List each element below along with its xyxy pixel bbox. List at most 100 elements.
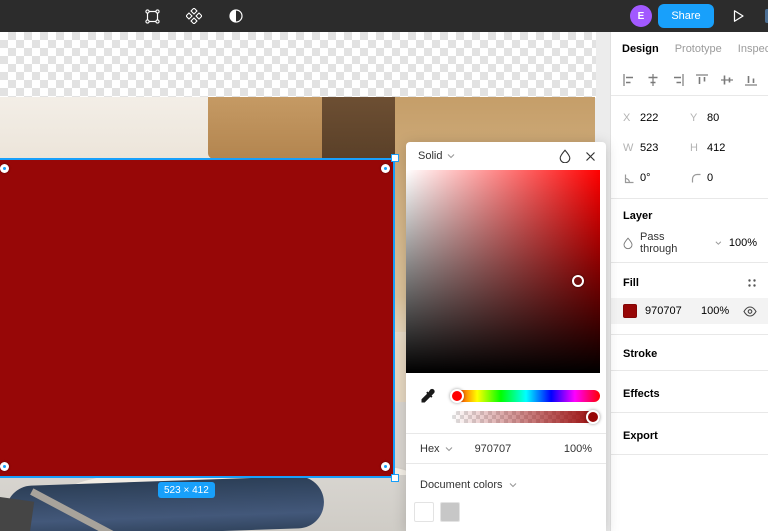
rotation-input[interactable]: 0° [640,172,690,184]
chevron-down-icon [509,483,516,488]
width-input[interactable]: 523 [640,142,690,154]
component-glyph [186,8,202,24]
layer-section-header: Layer [611,204,768,228]
corner-radius-input[interactable]: 0 [707,172,757,184]
corner-radius-handle-bottom-left[interactable] [0,462,9,471]
divider [611,412,768,413]
hue-knob[interactable] [450,389,464,403]
paint-type-label: Solid [418,150,443,162]
paint-type-dropdown[interactable]: Solid [418,150,455,162]
divider [611,370,768,371]
mask-icon[interactable] [224,4,248,28]
alpha-slider[interactable] [452,411,600,423]
alpha-knob[interactable] [586,410,600,424]
document-color-white[interactable] [414,502,434,522]
alignment-toolbar [611,66,768,94]
component-icon[interactable] [182,4,206,28]
y-input[interactable]: 80 [707,112,757,124]
document-color-gray[interactable] [440,502,460,522]
rotation-radius-row: 0° 0 [611,164,768,192]
document-colors-dropdown[interactable]: Document colors [406,474,606,496]
fill-section-header: Fill [611,270,768,296]
fill-hex-input[interactable]: 970707 [645,305,693,317]
divider [611,198,768,199]
figma-app: E Share 523 × 412 Solid Hex 970707 100% … [0,0,768,531]
frame-tool-icon[interactable] [140,4,164,28]
picker-header-icons [559,142,596,170]
divider [611,262,768,263]
corner-radius-icon [690,172,707,185]
share-button[interactable]: Share [658,4,714,28]
align-bottom-icon[interactable] [744,73,758,87]
panel-tabs: Design Prototype Inspect [611,32,768,66]
tab-design[interactable]: Design [622,43,659,55]
size-row: W 523 H 412 [611,134,768,162]
divider [406,463,606,464]
close-icon[interactable] [585,151,596,162]
tab-prototype[interactable]: Prototype [675,43,722,55]
export-section-header: Export [611,424,768,448]
edit-tools-group [140,0,248,32]
fill-opacity-input[interactable]: 100% [701,305,729,317]
align-right-icon[interactable] [671,73,685,87]
divider [611,95,768,96]
color-format-label: Hex [420,442,440,455]
eyedropper-glyph [421,388,435,403]
fill-color-row[interactable]: 970707 100% [611,298,768,324]
avatar[interactable]: E [630,5,652,27]
divider [611,334,768,335]
eyedropper-icon[interactable] [419,388,436,405]
selected-rectangle[interactable] [0,158,395,478]
blend-mode-row: Pass through 100% [611,230,768,256]
effects-section-header: Effects [611,382,768,406]
rotation-icon [623,172,640,185]
chevron-down-icon [445,446,452,451]
fill-color-swatch[interactable] [623,304,637,318]
height-input[interactable]: 412 [707,142,757,154]
effects-heading: Effects [623,388,660,400]
blend-mode-icon [623,237,633,250]
corner-radius-handle-bottom-right[interactable] [381,462,390,471]
play-glyph [733,10,744,22]
fill-heading: Fill [623,277,639,289]
x-label: X [623,112,631,124]
present-icon[interactable] [729,7,747,25]
export-heading: Export [623,430,658,442]
align-left-icon[interactable] [622,73,636,87]
stroke-heading: Stroke [623,348,658,360]
styles-icon[interactable] [747,278,757,288]
corner-radius-handle-top-right[interactable] [381,164,390,173]
color-format-dropdown[interactable]: Hex [420,443,453,455]
align-horizontal-center-icon[interactable] [646,73,660,87]
mask-glyph [229,9,243,23]
selection-handle-bottom-right[interactable] [391,474,399,482]
blend-mode-value[interactable]: Pass through [640,231,694,255]
stroke-section-header: Stroke [611,342,768,366]
color-cursor[interactable] [572,275,584,287]
hex-input[interactable]: 970707 [475,443,512,455]
document-colors-label: Document colors [420,479,503,491]
selection-handle-top-right[interactable] [391,154,399,162]
visibility-eye-icon[interactable] [743,305,757,317]
y-label: Y [690,112,698,124]
photo-dark-wood [322,97,395,159]
top-toolbar: E Share [0,0,768,32]
color-picker: Solid Hex 970707 100% Document colors [406,142,606,531]
corner-radius-handle-top-left[interactable] [0,164,9,173]
hue-slider[interactable] [452,390,600,402]
blend-droplet-icon[interactable] [559,149,571,163]
align-top-icon[interactable] [695,73,709,87]
saturation-value-area[interactable] [406,170,600,373]
document-colors-swatches [414,502,460,522]
divider [611,454,768,455]
tab-inspect[interactable]: Inspect [738,43,768,55]
width-label: W [623,142,634,154]
position-row: X 222 Y 80 [611,104,768,132]
chevron-down-icon[interactable] [715,240,722,246]
x-input[interactable]: 222 [640,112,690,124]
opacity-input[interactable]: 100% [564,443,592,455]
chevron-down-icon [448,154,455,159]
height-label: H [690,142,698,154]
align-vertical-center-icon[interactable] [720,73,734,87]
layer-opacity-input[interactable]: 100% [729,237,757,249]
